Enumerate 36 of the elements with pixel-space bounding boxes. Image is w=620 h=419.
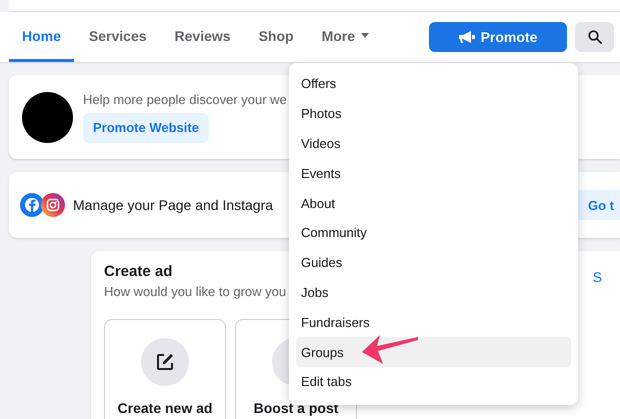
menu-item[interactable]: About [296, 188, 571, 218]
caret-icon [361, 33, 370, 38]
nav-tab[interactable]: Reviews [162, 12, 244, 62]
edit-icon [141, 338, 189, 386]
menu-item[interactable]: Photos [296, 98, 571, 129]
nav-tab[interactable]: Services [76, 12, 160, 62]
facebook-icon [20, 193, 44, 217]
menu-item[interactable]: Guides [296, 248, 571, 278]
ad-option-label: Create new ad [118, 400, 212, 416]
megaphone-icon [458, 30, 475, 44]
go-to-button[interactable]: Go t [575, 190, 620, 220]
promote-button[interactable]: Promote [429, 22, 567, 52]
nav-tab[interactable]: Shop [246, 12, 307, 62]
menu-item[interactable]: Fundraisers [296, 307, 571, 338]
menu-item[interactable]: Events [296, 158, 571, 188]
menu-item[interactable]: Videos [296, 128, 571, 158]
menu-item[interactable]: Offers [296, 69, 571, 99]
menu-item[interactable]: Edit tabs [296, 366, 571, 397]
see-link[interactable]: S [592, 269, 602, 299]
nav-tab[interactable]: More [308, 12, 382, 62]
manage-text: Manage your Page and Instagra [73, 197, 274, 213]
promote-website-button[interactable]: Promote Website [83, 112, 209, 142]
instagram-icon [41, 193, 65, 217]
search-button[interactable] [575, 22, 614, 52]
promote-text: Help more people discover your we [83, 92, 287, 106]
create-ad-subtitle: How would you like to grow you [104, 284, 286, 299]
nav-tab[interactable]: Home [9, 12, 74, 62]
search-icon [588, 30, 602, 44]
ad-option-label: Boost a post [254, 400, 338, 416]
avatar-circle [22, 92, 73, 142]
ad-option-card[interactable]: Create new ad [104, 319, 226, 419]
menu-item[interactable]: Jobs [296, 278, 571, 308]
menu-item[interactable]: Community [296, 218, 571, 248]
pointer-arrow-drawing [361, 333, 419, 365]
create-ad-title: Create ad [104, 263, 174, 280]
menu-item[interactable]: Groups [296, 337, 571, 367]
